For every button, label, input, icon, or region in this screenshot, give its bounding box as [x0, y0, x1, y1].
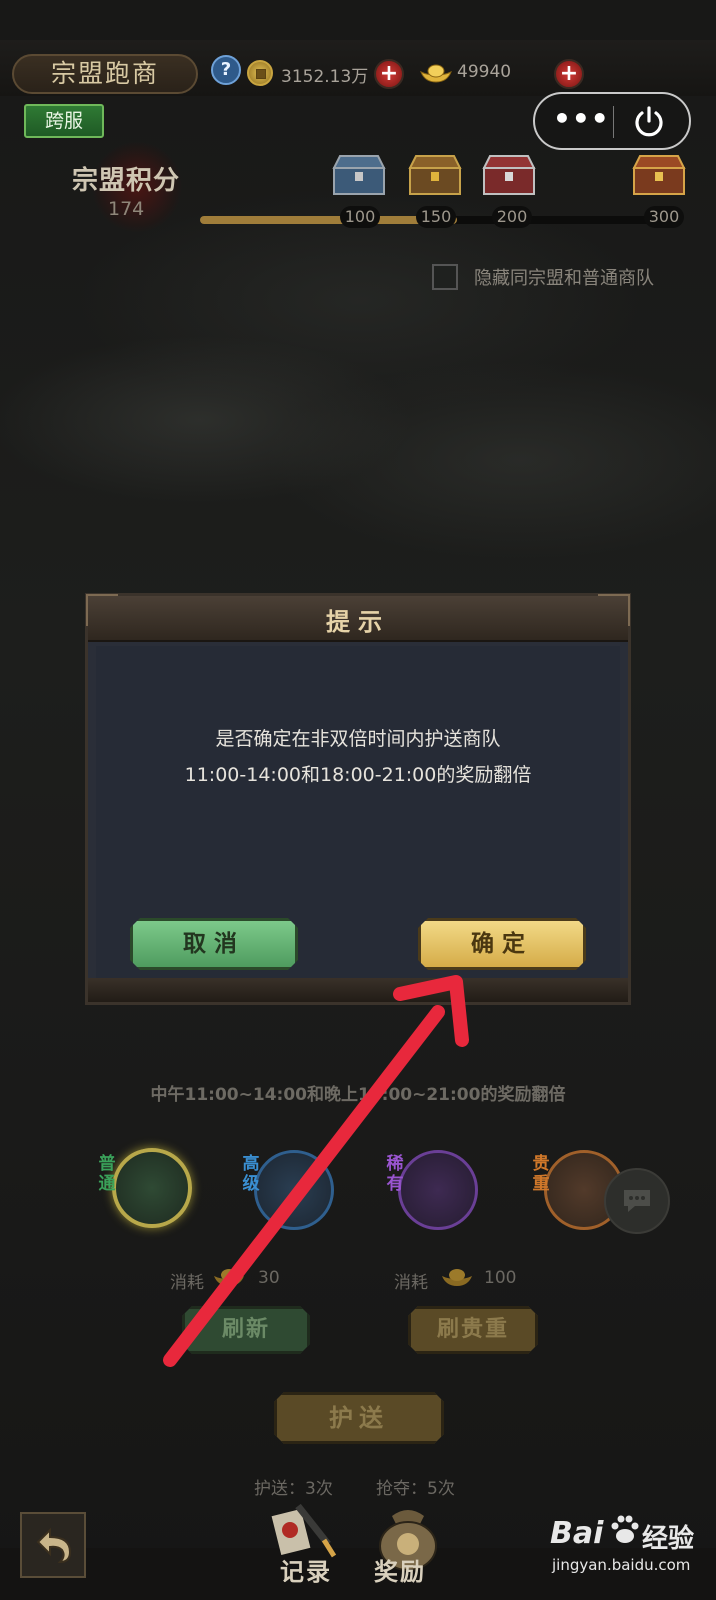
annotation-arrow: [163, 975, 469, 1367]
